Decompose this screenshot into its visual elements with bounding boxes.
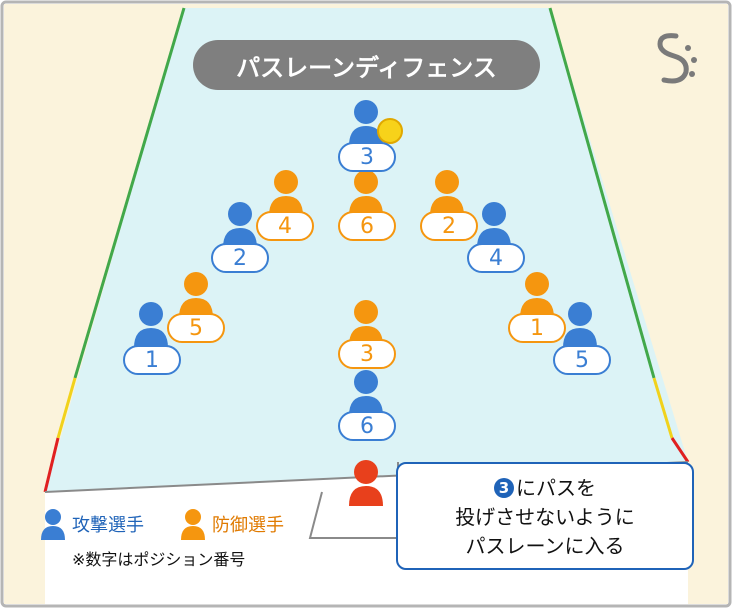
- defense-person-icon: [181, 509, 205, 540]
- legend-defense-label: 防御選手: [212, 515, 284, 536]
- legend-defense: 防御選手: [180, 508, 284, 540]
- ball-icon: [377, 118, 403, 144]
- attacker-3-label: 3: [338, 142, 396, 172]
- defender-2-label: 2: [420, 211, 478, 241]
- callout-line-3: パスレーンに入る: [465, 534, 625, 558]
- callout-line-1: 3 にパスを: [398, 474, 692, 503]
- sports-logo-icon: [657, 33, 697, 84]
- legend-attack: 攻撃選手: [40, 508, 144, 540]
- defender-5-label: 5: [167, 313, 225, 343]
- defender-1-label: 1: [508, 313, 566, 343]
- attacker-5-label: 5: [553, 345, 611, 375]
- callout-line-1-text: にパスを: [516, 476, 596, 500]
- diagram-title: パスレーンディフェンス: [193, 40, 540, 90]
- defender-3-label: 3: [338, 339, 396, 369]
- diagram-canvas: パスレーンディフェンス 324156462513 3 にパスを 投げさせないように…: [0, 0, 732, 608]
- callout-line-2: 投げさせないように: [455, 505, 635, 529]
- attack-person-icon: [41, 509, 65, 540]
- callout-box: 3 にパスを 投げさせないように パスレーンに入る: [396, 462, 694, 570]
- defender-4-label: 4: [256, 211, 314, 241]
- attacker-6-label: 6: [338, 411, 396, 441]
- callout-number-badge: 3: [494, 478, 514, 498]
- defender-6-label: 6: [338, 211, 396, 241]
- attacker-2-label: 2: [211, 243, 269, 273]
- attacker-4-label: 4: [467, 243, 525, 273]
- legend-attack-label: 攻撃選手: [72, 515, 144, 536]
- position-number-note: ※数字はポジション番号: [72, 550, 246, 569]
- attacker-1-label: 1: [123, 345, 181, 375]
